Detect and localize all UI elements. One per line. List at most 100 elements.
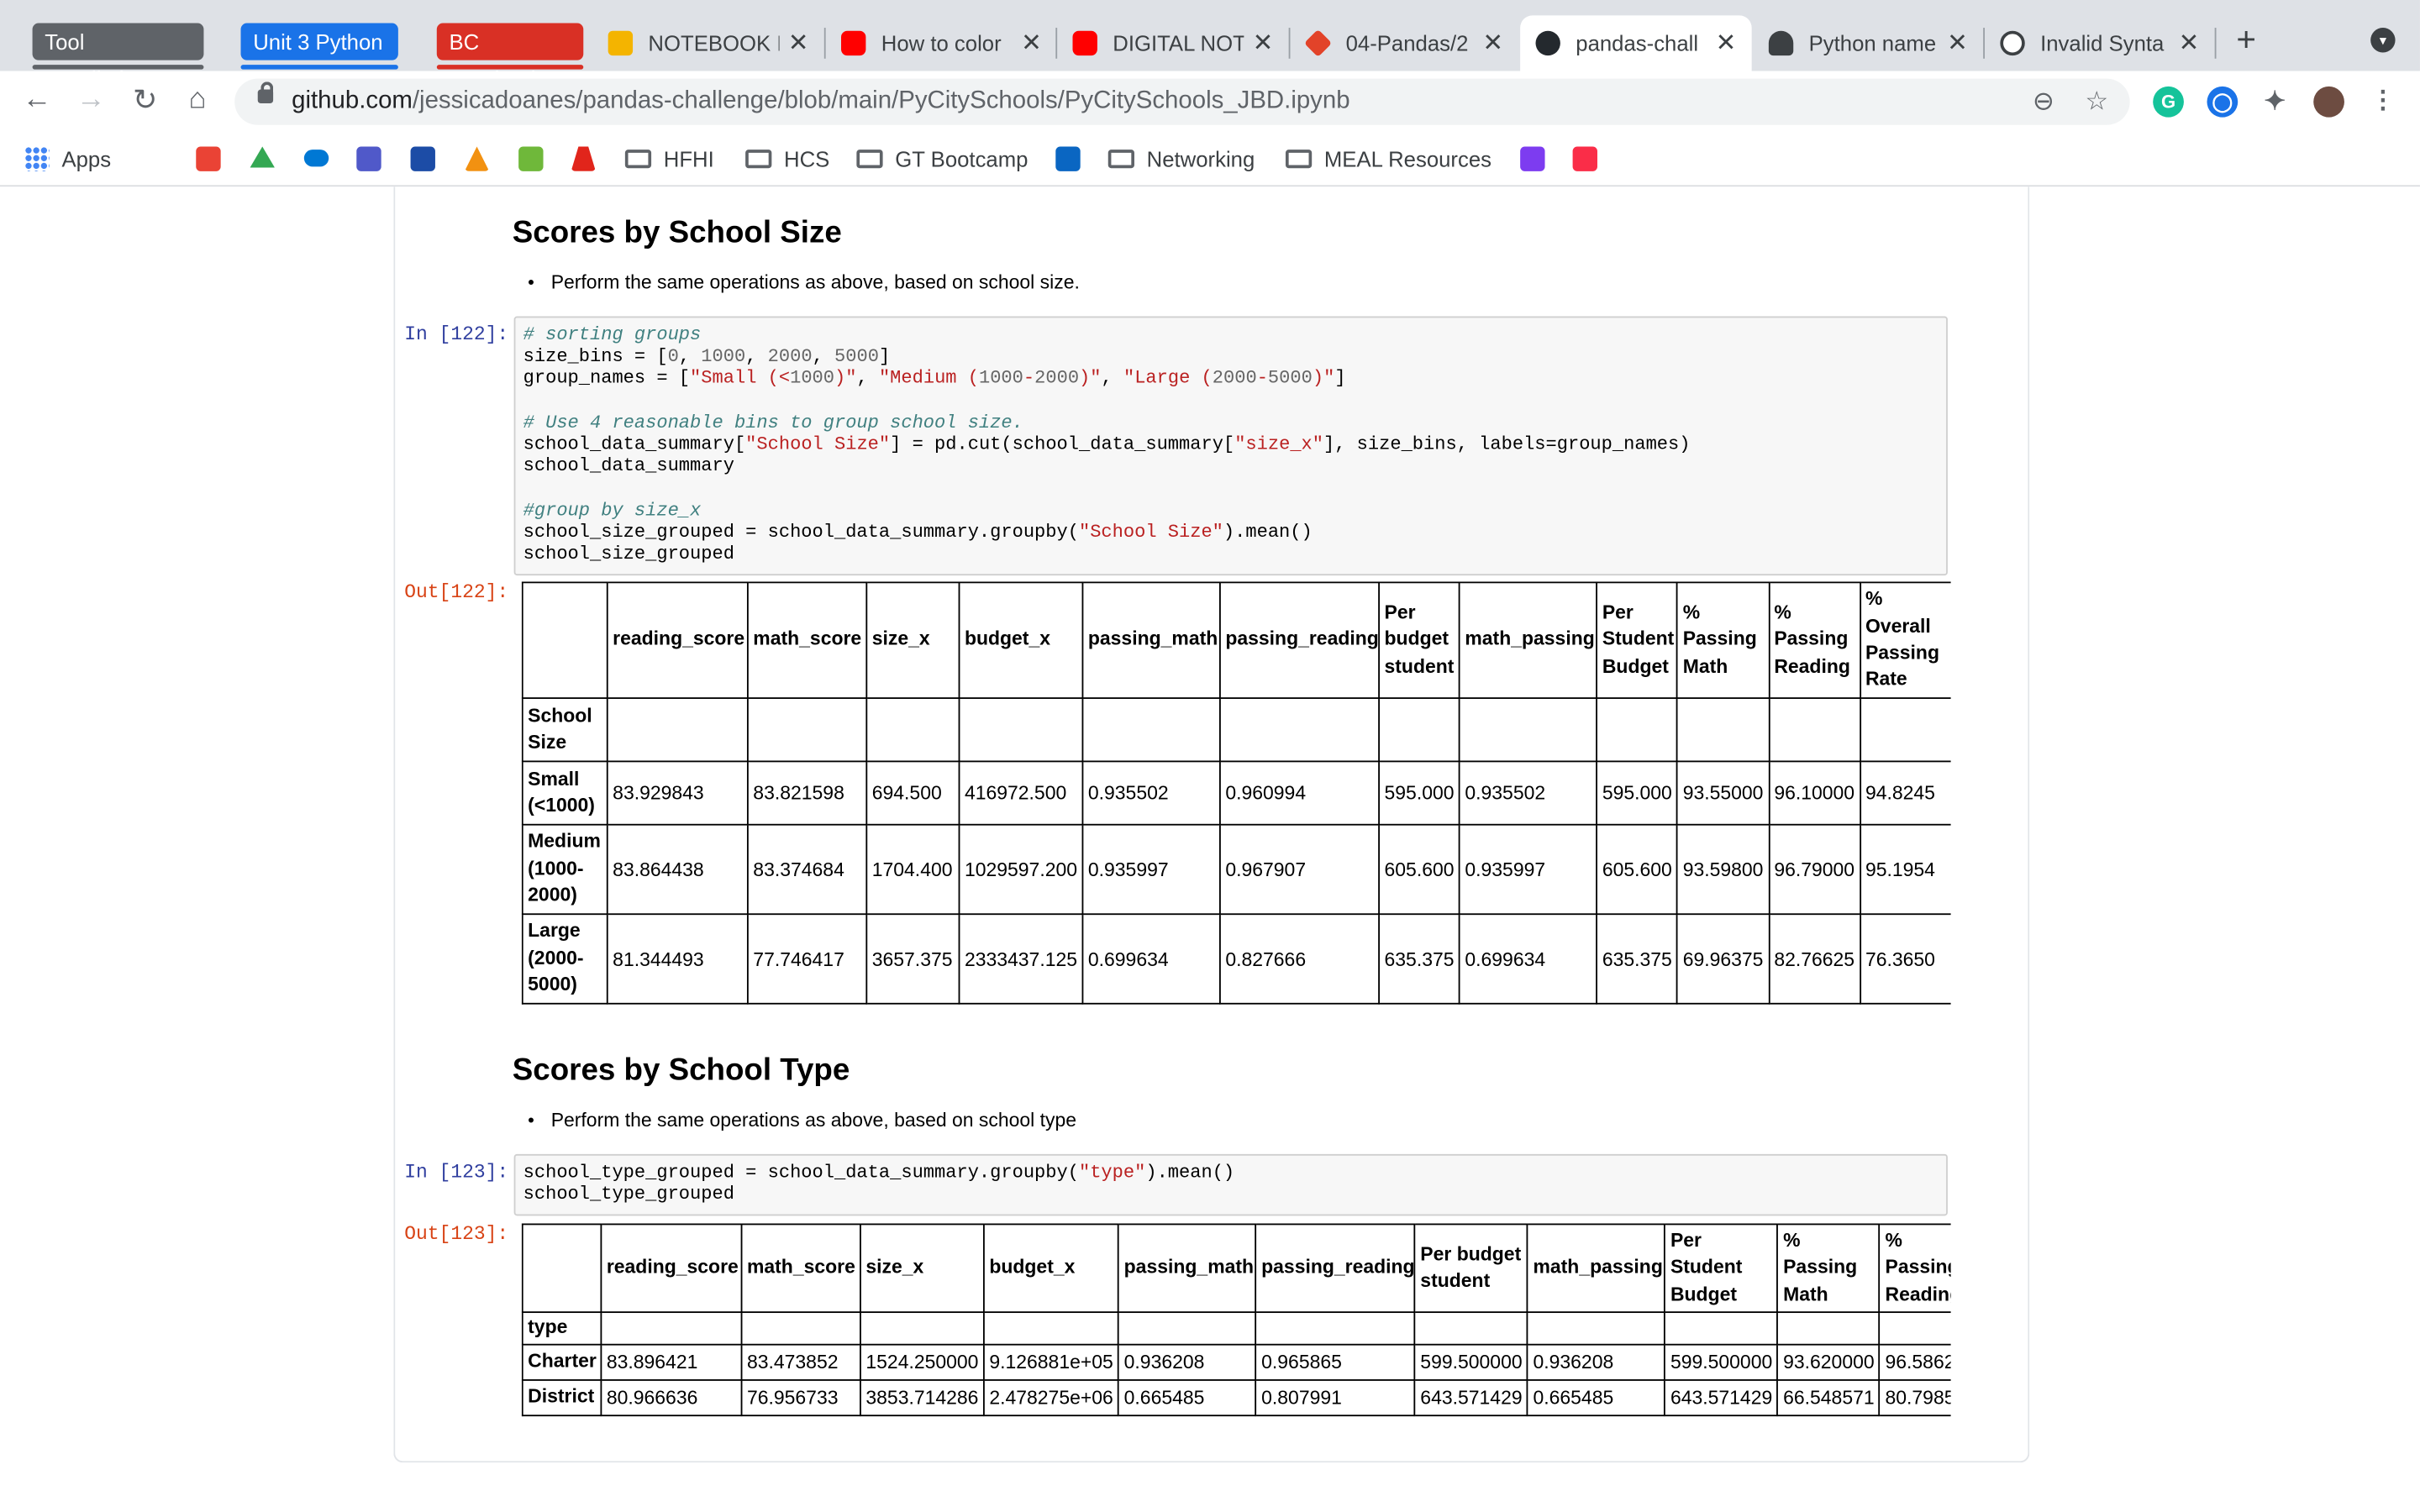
table-cell: 83.374684 (746, 823, 868, 916)
book-icon[interactable] (518, 146, 544, 171)
row-label: Large (2000-5000) (521, 913, 608, 1005)
column-header: budget_x (958, 581, 1084, 700)
alpha-icon[interactable] (464, 146, 490, 171)
table-cell: 9.126881e+05 (982, 1343, 1120, 1381)
bookmark-apps[interactable]: Apps (24, 145, 111, 173)
section-heading-type: Scores by School Type (512, 1053, 850, 1088)
table-cell: 0.936208 (1527, 1343, 1666, 1381)
bookmark-label: MEAL Resources (1323, 146, 1492, 171)
tab-group-unit-3-python[interactable]: Unit 3 Python (240, 23, 398, 70)
table-cell: 83.821598 (746, 760, 868, 826)
close-icon[interactable]: ✕ (1482, 28, 1503, 59)
gmail-icon[interactable] (196, 146, 221, 171)
tab-group-bc-notebook[interactable]: BC Notebook (436, 23, 584, 91)
bookmark-gt-bootcamp[interactable]: GT Bootcamp (856, 145, 1028, 173)
empty-cell (865, 697, 960, 763)
close-icon[interactable]: ✕ (1253, 28, 1274, 59)
new-tab-icon[interactable]: + (2236, 20, 2256, 60)
bookmark-networking[interactable]: Networking (1107, 145, 1255, 173)
table-cell: 0.935502 (1081, 760, 1221, 826)
bookmark-hcs[interactable]: HCS (745, 145, 829, 173)
table-cell: 0.665485 (1527, 1379, 1666, 1417)
tab-python-name[interactable]: Python name ✕ (1753, 15, 1983, 71)
youtube-icon (841, 30, 866, 56)
bookmark-meal-resources[interactable]: MEAL Resources (1285, 145, 1492, 173)
youtube-icon (1072, 30, 1097, 56)
table-cell: 0.807991 (1255, 1379, 1416, 1417)
star-icon[interactable]: ☆ (2085, 87, 2108, 118)
music-icon[interactable] (1572, 146, 1597, 171)
tab-digital-notebook[interactable]: DIGITAL NOT ✕ (1057, 15, 1289, 71)
table-cell: 77.746417 (746, 913, 868, 1005)
code-cell-123[interactable]: school_type_grouped = school_data_summar… (513, 1153, 1948, 1216)
address-bar[interactable]: github.com/jessicadoanes/pandas-challeng… (234, 78, 2130, 125)
onedrive-icon[interactable] (303, 150, 329, 167)
github-icon (1535, 30, 1560, 56)
back-icon[interactable]: ← (18, 83, 55, 117)
column-header: size_x (865, 581, 960, 700)
table-cell: 96.10000 (1767, 760, 1861, 826)
close-icon[interactable]: ✕ (2179, 28, 2200, 59)
purple-bookmark-icon[interactable] (1520, 146, 1545, 171)
lock-icon (257, 81, 274, 104)
tab-title: Python name (1808, 30, 1937, 56)
table-cell: 0.827666 (1218, 913, 1381, 1005)
empty-cell (1527, 1311, 1666, 1346)
close-icon[interactable]: ✕ (1947, 28, 1968, 59)
tab-search-icon[interactable]: ▾ (2370, 28, 2396, 53)
table-cell: 635.375 (1378, 913, 1460, 1005)
extension-icon[interactable]: ◯ (2207, 86, 2238, 118)
tab-how-to-color[interactable]: How to color ✕ (826, 15, 1058, 71)
close-icon[interactable]: ✕ (1716, 28, 1737, 59)
tools-icon[interactable] (410, 146, 435, 171)
tab-invalid-syntax[interactable]: Invalid Synta ✕ (1985, 15, 2215, 71)
empty-cell (1664, 1311, 1779, 1346)
table-cell: 643.571429 (1413, 1379, 1528, 1417)
empty-cell (1596, 697, 1679, 763)
table-cell: 96.586200 (1879, 1343, 1951, 1381)
grammarly-icon[interactable]: G (2153, 86, 2184, 118)
column-header: reading_score (600, 1223, 743, 1314)
column-header: passing_reading (1255, 1223, 1416, 1314)
home-icon[interactable]: ⌂ (179, 83, 216, 117)
table-cell: 0.665485 (1118, 1379, 1257, 1417)
empty-cell (1767, 697, 1861, 763)
drive-icon[interactable] (250, 146, 275, 168)
output-table-type: reading_score math_score size_x budget_x pas… (521, 1223, 1951, 1417)
browser-toolbar: ← → ↻ ⌂ github.com/jessicadoanes/pandas-… (0, 71, 2420, 133)
row-label: Small (<1000) (521, 760, 608, 826)
menu-icon[interactable]: ⋮ (2367, 86, 2399, 118)
code-cell-122[interactable]: # sorting groups size_bins = [0, 1000, 2… (513, 316, 1948, 576)
url-host: github.com (292, 87, 413, 114)
tab-pandas-challenge[interactable]: pandas-chall ✕ (1520, 15, 1752, 71)
url-text[interactable]: github.com/jessicadoanes/pandas-challeng… (292, 88, 1349, 116)
zoom-icon[interactable]: ⊖ (2033, 87, 2054, 118)
table-cell: 605.600 (1596, 823, 1679, 916)
tab-strip: Tool Installation Unit 3 Python BC Noteb… (0, 0, 2420, 91)
linkedin-icon[interactable] (1055, 146, 1081, 171)
table-corner (521, 1223, 602, 1314)
tab-title: NOTEBOOK I (648, 30, 779, 56)
table-cell: 93.620000 (1776, 1343, 1881, 1381)
close-icon[interactable]: ✕ (1021, 28, 1042, 59)
close-icon[interactable]: ✕ (788, 28, 809, 59)
tab-notebook[interactable]: NOTEBOOK I ✕ (592, 15, 824, 71)
table-cell: 76.3650 (1859, 913, 1951, 1005)
adobe-icon[interactable] (571, 146, 596, 171)
tab-group-tool-installation[interactable]: Tool Installation (32, 23, 204, 91)
bookmark-label: Networking (1146, 146, 1255, 171)
empty-cell (1378, 697, 1460, 763)
avatar[interactable] (2313, 86, 2344, 118)
forward-icon[interactable]: → (72, 83, 109, 117)
output-table-size-wrap: reading_score math_score size_x budget_x pas… (521, 581, 1951, 1020)
tab-04-pandas[interactable]: 04-Pandas/2 ✕ (1290, 15, 1518, 71)
table-row: Medium (1000-2000) 83.864438 83.374684 1704… (521, 823, 1951, 916)
table-cell: 3657.375 (865, 913, 960, 1005)
tab-title: DIGITAL NOT (1113, 30, 1244, 56)
puzzle-icon[interactable]: ✦ (2259, 86, 2291, 118)
bookmark-hfhi[interactable]: HFHI (624, 145, 714, 173)
table-cell: 0.935997 (1081, 823, 1221, 916)
reload-icon[interactable]: ↻ (127, 83, 164, 118)
teams-icon[interactable] (356, 146, 381, 171)
column-header: % Passing Reading (1879, 1223, 1951, 1314)
